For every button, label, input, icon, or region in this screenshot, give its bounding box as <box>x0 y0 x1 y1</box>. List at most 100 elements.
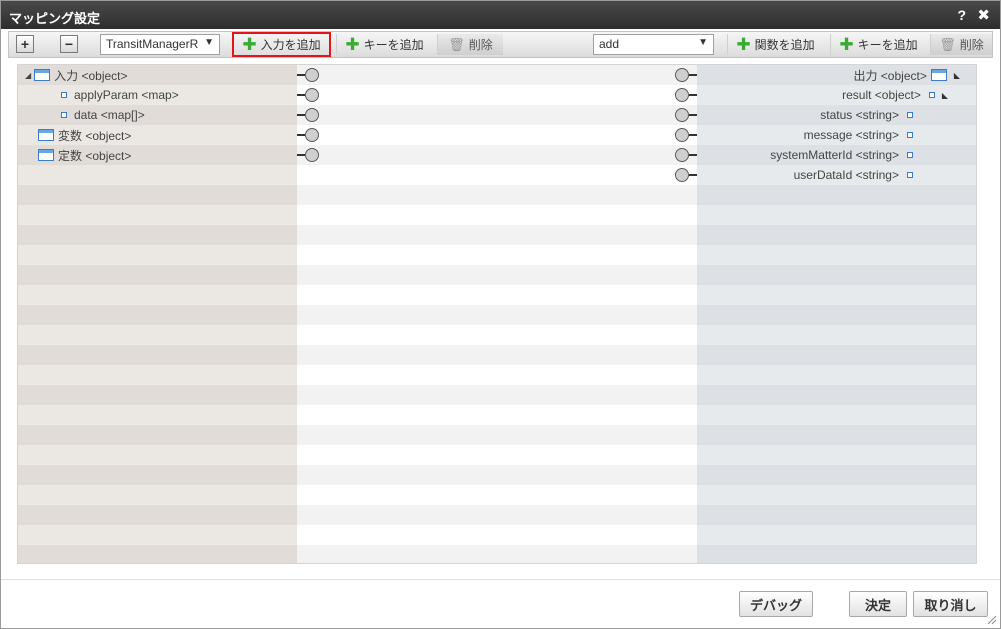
footer-divider <box>1 579 1000 580</box>
canvas-row <box>18 205 976 225</box>
input-connector-port[interactable] <box>305 68 319 82</box>
help-icon[interactable]: ? <box>957 7 966 23</box>
cancel-button[interactable]: 取り消し <box>913 591 988 617</box>
canvas-row <box>18 225 976 245</box>
input-column-cell <box>18 165 297 185</box>
mapping-column-cell <box>297 245 697 265</box>
canvas-row <box>18 405 976 425</box>
output-node-result[interactable]: result <object> ◣ <box>842 85 948 105</box>
output-column-cell <box>697 525 976 545</box>
mapping-column-cell <box>297 105 697 125</box>
output-root-node[interactable]: 出力 <object> ◣ <box>853 65 960 85</box>
output-connector-port[interactable] <box>675 168 689 182</box>
node-label: applyParam <map> <box>74 88 179 102</box>
input-source-select[interactable]: TransitManagerR ▼ <box>100 34 220 55</box>
node-label: 入力 <object> <box>54 68 128 83</box>
field-icon <box>61 92 67 98</box>
delete-right-button[interactable]: 🗑 削除 <box>930 34 992 55</box>
output-column-cell <box>697 265 976 285</box>
output-node-systemmatterid[interactable]: systemMatterId <string> <box>770 145 913 165</box>
output-node-userdataid[interactable]: userDataId <string> <box>794 165 913 185</box>
field-icon <box>61 112 67 118</box>
node-label: userDataId <string> <box>793 168 899 182</box>
add-input-button[interactable]: ✚ 入力を追加 <box>232 32 331 57</box>
input-column-cell <box>18 545 297 563</box>
connector-line <box>689 94 697 96</box>
add-key-right-label: キーを追加 <box>857 38 918 52</box>
output-column-cell <box>697 485 976 505</box>
output-connector-port[interactable] <box>675 108 689 122</box>
canvas-row <box>18 65 976 85</box>
canvas-row <box>18 345 976 365</box>
title-bar[interactable]: マッピング設定 ? ✖ <box>1 1 1000 29</box>
mapping-canvas[interactable]: ◢ 入力 <object> applyParam <map> data <map… <box>17 64 977 564</box>
mapping-column-cell <box>297 325 697 345</box>
input-column-cell <box>18 365 297 385</box>
plus-icon: ✚ <box>736 34 751 54</box>
output-column-cell <box>697 205 976 225</box>
input-node-applyparam[interactable]: applyParam <map> <box>61 85 179 105</box>
trash-icon: 🗑 <box>448 36 465 52</box>
input-column-cell <box>18 405 297 425</box>
delete-left-button[interactable]: 🗑 削除 <box>437 34 503 55</box>
collapse-corner-icon[interactable]: ◣ <box>942 91 948 100</box>
output-connector-port[interactable] <box>675 88 689 102</box>
mapping-column-cell <box>297 525 697 545</box>
mapping-settings-dialog: マッピング設定 ? ✖ + − TransitManagerR ▼ ✚ 入力を追… <box>0 0 1001 629</box>
output-node-message[interactable]: message <string> <box>804 125 913 145</box>
add-key-right-button[interactable]: ✚ キーを追加 <box>830 34 926 55</box>
input-connector-port[interactable] <box>305 148 319 162</box>
input-node-variables[interactable]: 変数 <object> <box>38 125 131 145</box>
input-source-select-value: TransitManagerR <box>106 37 199 51</box>
canvas-row <box>18 245 976 265</box>
connector-line <box>689 74 697 76</box>
mapping-column-cell <box>297 365 697 385</box>
mapping-column-cell <box>297 305 697 325</box>
add-function-button[interactable]: ✚ 関数を追加 <box>727 34 823 55</box>
output-node-status[interactable]: status <string> <box>820 105 913 125</box>
mapping-column-cell <box>297 145 697 165</box>
input-connector-port[interactable] <box>305 88 319 102</box>
expand-all-button[interactable]: + <box>16 35 34 53</box>
add-key-left-button[interactable]: ✚ キーを追加 <box>336 34 432 55</box>
input-node-constants[interactable]: 定数 <object> <box>38 145 131 165</box>
output-column-cell <box>697 445 976 465</box>
resize-grip-icon[interactable] <box>987 615 997 625</box>
output-target-select[interactable]: add ▼ <box>593 34 714 55</box>
input-connector-port[interactable] <box>305 108 319 122</box>
expand-triangle-icon[interactable]: ◢ <box>25 71 31 80</box>
ok-button[interactable]: 決定 <box>849 591 907 617</box>
output-connector-port[interactable] <box>675 148 689 162</box>
connector-line <box>689 134 697 136</box>
collapse-corner-icon[interactable]: ◣ <box>954 71 960 80</box>
output-connector-port[interactable] <box>675 128 689 142</box>
mapping-column-cell <box>297 205 697 225</box>
input-node-data[interactable]: data <map[]> <box>61 105 145 125</box>
close-icon[interactable]: ✖ <box>977 6 990 24</box>
debug-button[interactable]: デバッグ <box>739 591 813 617</box>
input-column-cell <box>18 385 297 405</box>
node-label: systemMatterId <string> <box>770 148 899 162</box>
input-column-cell <box>18 305 297 325</box>
node-label: message <string> <box>803 128 899 142</box>
output-column-cell <box>697 505 976 525</box>
object-icon <box>38 129 54 141</box>
mapping-column-cell <box>297 125 697 145</box>
canvas-row <box>18 545 976 563</box>
plus-icon: ✚ <box>345 34 360 54</box>
plus-icon: ✚ <box>242 34 257 54</box>
input-column-cell <box>18 225 297 245</box>
input-connector-port[interactable] <box>305 128 319 142</box>
input-root-node[interactable]: ◢ 入力 <object> <box>25 65 128 85</box>
field-icon <box>907 132 913 138</box>
mapping-column-cell <box>297 385 697 405</box>
dialog-title: マッピング設定 <box>9 11 101 26</box>
mapping-column-cell <box>297 465 697 485</box>
connector-line <box>297 134 305 136</box>
input-column-cell <box>18 325 297 345</box>
mapping-column-cell <box>297 425 697 445</box>
output-connector-port[interactable] <box>675 68 689 82</box>
mapping-column-cell <box>297 285 697 305</box>
node-label: 変数 <object> <box>58 128 132 143</box>
collapse-all-button[interactable]: − <box>60 35 78 53</box>
